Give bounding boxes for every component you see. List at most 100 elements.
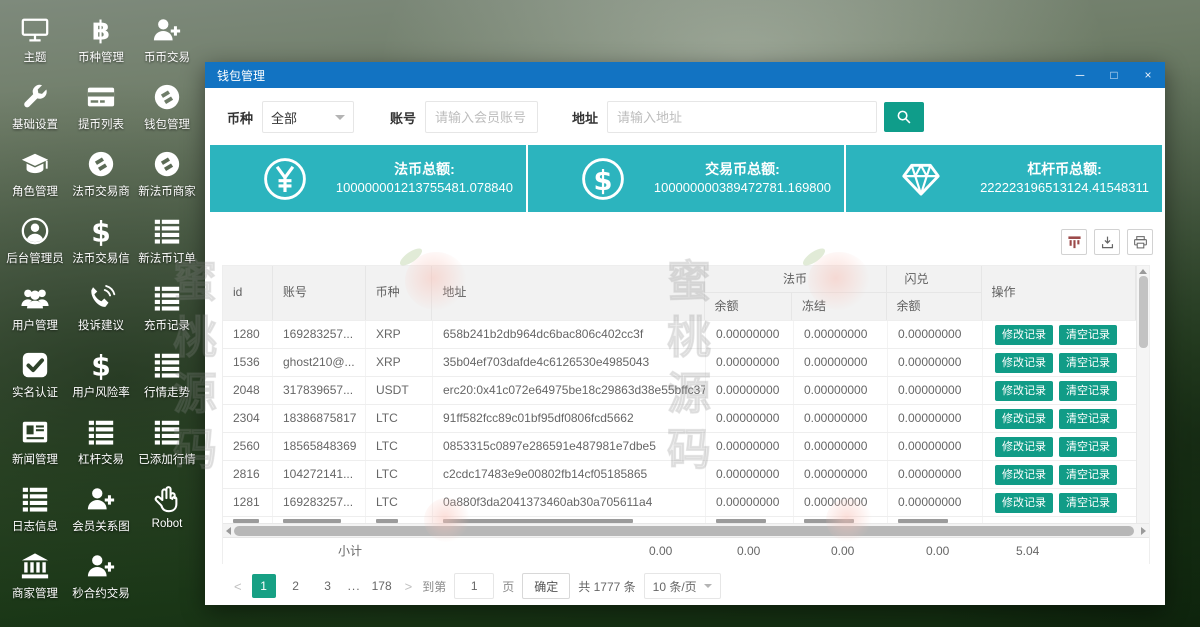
currency-select[interactable]: 全部: [262, 101, 354, 133]
page-number-1[interactable]: 1: [252, 574, 276, 598]
modify-records-button[interactable]: 修改记录: [995, 381, 1053, 401]
phone-icon: [86, 283, 116, 313]
horizontal-scrollbar-thumb[interactable]: [234, 526, 1134, 536]
window-titlebar[interactable]: 钱包管理 ─ □ ×: [205, 62, 1165, 88]
col-header-coin[interactable]: 币种: [366, 266, 433, 320]
search-button[interactable]: [884, 102, 924, 132]
desktop-item-basic-settings[interactable]: 基础设置: [2, 75, 68, 142]
col-header-account[interactable]: 账号: [273, 266, 366, 320]
vertical-scrollbar[interactable]: [1136, 266, 1149, 523]
desktop-item-complaints[interactable]: 投诉建议: [68, 276, 134, 343]
prev-page-arrow[interactable]: <: [232, 579, 244, 594]
desktop-item-added-markets[interactable]: 已添加行情: [134, 410, 200, 477]
col-header-frozen[interactable]: 冻结: [792, 293, 885, 320]
desktop-item-role-manage[interactable]: 角色管理: [2, 142, 68, 209]
page-number-3[interactable]: 3: [316, 574, 340, 598]
modify-records-button[interactable]: 修改记录: [995, 325, 1053, 345]
desktop-item-new-fiat-orders[interactable]: 新法币订单: [134, 209, 200, 276]
desktop-item-second-contract[interactable]: 秒合约交易: [68, 544, 134, 611]
list-icon: [152, 350, 182, 380]
desktop-item-log-info[interactable]: 日志信息: [2, 477, 68, 544]
desktop-item-merchant-manage[interactable]: 商家管理: [2, 544, 68, 611]
table-row[interactable]: 2048 317839657... USDT erc20:0x41c072e64…: [223, 376, 1149, 404]
cell-flash-balance: 0.00000000: [888, 321, 983, 348]
desktop-item-robot[interactable]: Robot: [134, 477, 200, 544]
table-row[interactable]: 1281 169283257... LTC 0a880f3da204137346…: [223, 488, 1149, 516]
desktop-item-theme[interactable]: 主题: [2, 8, 68, 75]
clear-records-button[interactable]: 清空记录: [1059, 325, 1117, 345]
table-row[interactable]: 1536 ghost210@... XRP 35b04ef703dafde4c6…: [223, 348, 1149, 376]
table-row[interactable]: 2560 18565848369 LTC 0853315c0897e286591…: [223, 432, 1149, 460]
desktop-item-coin-trade[interactable]: 币币交易: [134, 8, 200, 75]
cell-actions: 修改记录 清空记录: [983, 405, 1138, 432]
desktop-item-new-fiat-merchant[interactable]: 新法币商家: [134, 142, 200, 209]
cell-frozen: 0.00000000: [794, 405, 888, 432]
print-button[interactable]: [1127, 229, 1153, 255]
minimize-button[interactable]: ─: [1063, 62, 1097, 88]
confirm-jump-button[interactable]: 确定: [522, 573, 570, 599]
close-button[interactable]: ×: [1131, 62, 1165, 88]
address-input[interactable]: [607, 101, 877, 133]
desktop-item-leverage-trade[interactable]: 杠杆交易: [68, 410, 134, 477]
page-number-2[interactable]: 2: [284, 574, 308, 598]
desktop-item-deposit-records[interactable]: 充币记录: [134, 276, 200, 343]
col-header-id[interactable]: id: [223, 266, 273, 320]
scroll-right-arrow-icon[interactable]: [1141, 527, 1146, 535]
wallet-manage-window: 钱包管理 ─ □ × 币种 全部 账号 地址 法币总额: 10000000121…: [205, 62, 1165, 605]
modify-records-button[interactable]: 修改记录: [995, 465, 1053, 485]
desktop-item-wallet-manage[interactable]: 钱包管理: [134, 75, 200, 142]
account-input[interactable]: [425, 101, 538, 133]
cell-actions: 修改记录 清空记录: [983, 489, 1138, 516]
desktop-item-fiat-exchange[interactable]: 法币交易商: [68, 142, 134, 209]
modify-records-button[interactable]: 修改记录: [995, 493, 1053, 513]
subtotal-flash-balance: 0.00: [821, 538, 916, 564]
desktop-item-member-graph[interactable]: 会员关系图: [68, 477, 134, 544]
scroll-left-arrow-icon[interactable]: [226, 527, 231, 535]
scroll-up-arrow-icon[interactable]: [1139, 269, 1147, 274]
jump-page-input[interactable]: [454, 573, 494, 599]
table-row[interactable]: 2816 104272141... LTC c2cdc17483e9e00802…: [223, 460, 1149, 488]
clear-records-button[interactable]: 清空记录: [1059, 353, 1117, 373]
clear-records-button[interactable]: 清空记录: [1059, 409, 1117, 429]
modify-records-button[interactable]: 修改记录: [995, 409, 1053, 429]
modify-records-button[interactable]: 修改记录: [995, 353, 1053, 373]
desktop-item-coin-manage[interactable]: ฿币种管理: [68, 8, 134, 75]
col-header-balance[interactable]: 余额: [705, 293, 793, 320]
vertical-scrollbar-thumb[interactable]: [1139, 276, 1148, 348]
users-icon: [20, 283, 50, 313]
clear-records-button[interactable]: 清空记录: [1059, 437, 1117, 457]
svg-text:$: $: [91, 216, 111, 246]
dollar-circle-icon: $: [580, 156, 626, 202]
fiat-group-label: 法币: [705, 266, 886, 293]
total-count: 共 1777 条: [578, 578, 635, 595]
yen-circle-icon: [262, 156, 308, 202]
next-page-arrow[interactable]: >: [403, 579, 415, 594]
desktop-item-user-manage[interactable]: 用户管理: [2, 276, 68, 343]
table-row[interactable]: 2304 18386875817 LTC 91ff582fcc89c01bf95…: [223, 404, 1149, 432]
cell-balance: 0.00000000: [706, 321, 794, 348]
horizontal-scrollbar[interactable]: [223, 523, 1149, 537]
per-page-select[interactable]: 10 条/页: [644, 573, 721, 599]
table-row[interactable]: 1280 169283257... XRP 658b241b2db964dc6b…: [223, 320, 1149, 348]
col-header-address[interactable]: 地址: [432, 266, 704, 320]
cell-address: c2cdc17483e9e00802fb14cf05185865: [433, 461, 706, 488]
modify-records-button[interactable]: 修改记录: [995, 437, 1053, 457]
desktop-item-market-trend[interactable]: 行情走势: [134, 343, 200, 410]
col-header-flash-balance[interactable]: 余额: [887, 293, 981, 320]
desktop-item-fiat-trade-info[interactable]: $法币交易信: [68, 209, 134, 276]
cell-account: 18386875817: [273, 405, 366, 432]
maximize-button[interactable]: □: [1097, 62, 1131, 88]
export-button[interactable]: [1094, 229, 1120, 255]
filter-columns-button[interactable]: [1061, 229, 1087, 255]
desktop-item-realname-auth[interactable]: 实名认证: [2, 343, 68, 410]
clear-records-button[interactable]: 清空记录: [1059, 493, 1117, 513]
table-toolbar: [205, 212, 1165, 261]
desktop-item-admin[interactable]: 后台管理员: [2, 209, 68, 276]
clear-records-button[interactable]: 清空记录: [1059, 381, 1117, 401]
clear-records-button[interactable]: 清空记录: [1059, 465, 1117, 485]
col-group-fiat: 法币 余额 冻结: [705, 266, 887, 320]
desktop-item-user-risk[interactable]: $用户风险率: [68, 343, 134, 410]
desktop-item-news-manage[interactable]: 新闻管理: [2, 410, 68, 477]
desktop-item-withdraw-list[interactable]: 提币列表: [68, 75, 134, 142]
page-number-last[interactable]: 178: [369, 574, 395, 598]
